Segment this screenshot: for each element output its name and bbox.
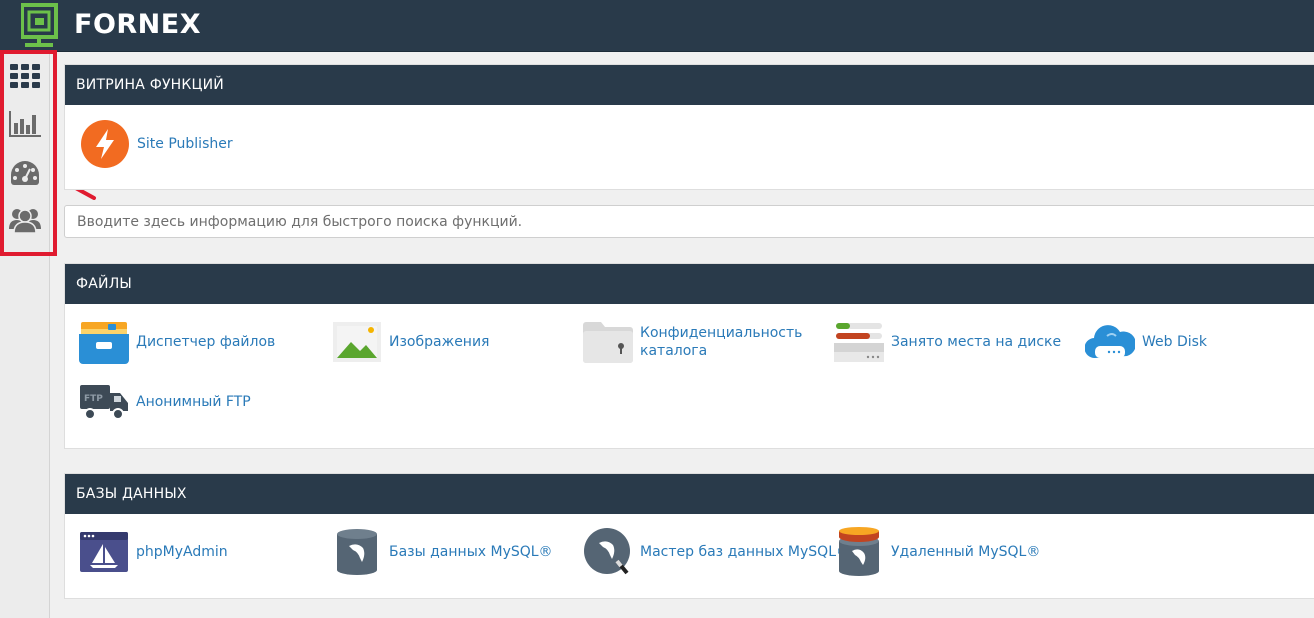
featured-panel: ВИТРИНА ФУНКЦИЙ Site Publisher [64,64,1314,190]
files-panel: ФАЙЛЫ Диспетчер файлов Изображения Конфи… [64,263,1314,449]
mysql-databases-icon [332,527,382,577]
function-search-input[interactable] [64,205,1314,238]
sidebar-highlight-box [0,50,57,256]
mysql-wizard-icon [583,527,633,577]
mysql-wizard-label: Мастер баз данных MySQL® [640,544,850,560]
files-panel-title: ФАЙЛЫ [65,264,1314,304]
anonymous-ftp-icon: FTP [79,377,129,427]
databases-panel-title: БАЗЫ ДАННЫХ [65,474,1314,514]
top-bar: FORNEX [0,0,1314,52]
images-label: Изображения [389,334,490,350]
phpmyadmin-icon [79,527,129,577]
file-manager-link[interactable]: Диспетчер файлов [79,317,275,367]
disk-usage-icon [834,317,884,367]
images-link[interactable]: Изображения [332,317,489,367]
directory-privacy-icon [583,317,633,367]
mysql-databases-label: Базы данных MySQL® [389,544,553,560]
svg-text:FTP: FTP [84,394,103,404]
directory-privacy-label: Конфиденциальность каталога [640,325,803,359]
directory-privacy-link[interactable]: Конфиденциальность каталога [583,317,803,367]
remote-mysql-link[interactable]: Удаленный MySQL® [834,527,1040,577]
images-icon [332,317,382,367]
featured-panel-title: ВИТРИНА ФУНКЦИЙ [65,65,1314,105]
fornex-logo-icon[interactable] [21,3,59,49]
file-manager-label: Диспетчер файлов [136,334,276,350]
web-disk-label: Web Disk [1142,334,1208,350]
anonymous-ftp-link[interactable]: FTP Анонимный FTP [79,377,251,427]
phpmyadmin-label: phpMyAdmin [136,544,228,560]
disk-usage-link[interactable]: Занято места на диске [834,317,1061,367]
file-manager-icon [79,317,129,367]
databases-panel: БАЗЫ ДАННЫХ phpMyAdmin Базы данных MySQL… [64,473,1314,599]
mysql-wizard-link[interactable]: Мастер баз данных MySQL® [583,527,850,577]
disk-usage-label: Занято места на диске [891,334,1062,350]
site-publisher-label: Site Publisher [137,136,233,152]
remote-mysql-label: Удаленный MySQL® [891,544,1041,560]
web-disk-icon [1085,317,1135,367]
mysql-databases-link[interactable]: Базы данных MySQL® [332,527,553,577]
remote-mysql-icon [834,527,884,577]
web-disk-link[interactable]: Web Disk [1085,317,1207,367]
phpmyadmin-link[interactable]: phpMyAdmin [79,527,228,577]
lightning-icon [80,119,130,169]
brand-name[interactable]: FORNEX [74,9,201,40]
anonymous-ftp-label: Анонимный FTP [136,394,251,410]
site-publisher-link[interactable]: Site Publisher [80,119,233,169]
